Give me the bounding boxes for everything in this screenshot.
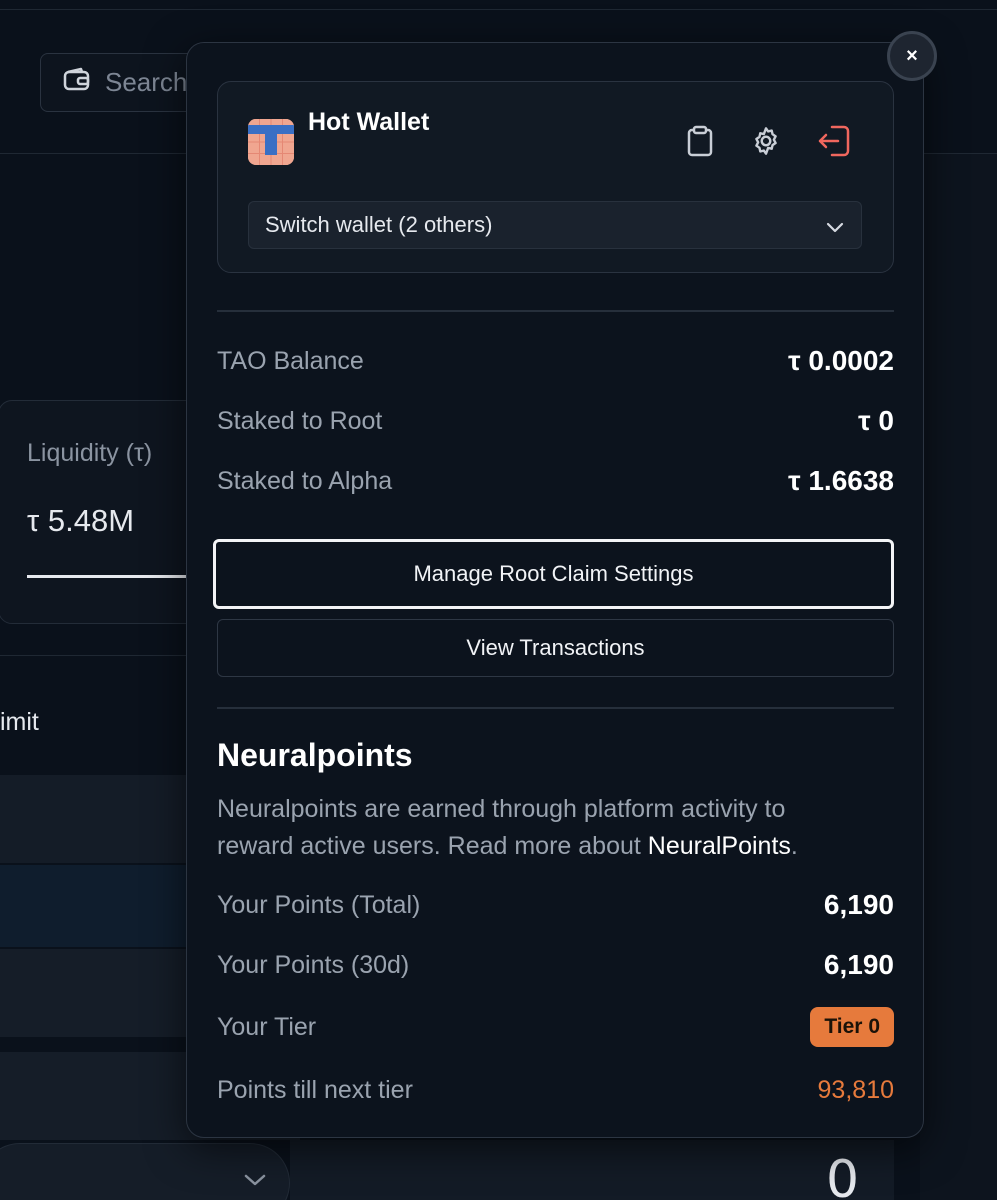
stat-label: Your Points (Total) — [217, 890, 421, 919]
description-end: . — [790, 832, 798, 860]
settings-button[interactable] — [748, 125, 784, 161]
divider — [217, 707, 894, 709]
close-button[interactable]: × — [887, 31, 937, 81]
stat-label: Points till next tier — [217, 1075, 413, 1104]
background-big-value: 0 — [826, 1150, 860, 1200]
divider — [217, 310, 894, 312]
view-transactions-button[interactable]: View Transactions — [217, 619, 894, 677]
stat-label: TAO Balance — [217, 346, 364, 375]
wallet-name: Hot Wallet — [308, 108, 430, 136]
wallet-icon — [63, 67, 91, 98]
stat-label: Staked to Root — [217, 406, 383, 435]
neuralpoints-link[interactable]: NeuralPoints — [648, 832, 791, 860]
background-right-panel — [920, 154, 997, 1200]
liquidity-bar — [27, 575, 197, 578]
tier-badge: Tier 0 — [810, 1007, 894, 1047]
gear-icon — [750, 125, 782, 162]
liquidity-label: Liquidity (τ) — [27, 439, 153, 467]
avatar — [248, 119, 294, 165]
stat-value: τ 1.6638 — [788, 465, 894, 496]
app-page: Search Liquidity (τ) τ 5.48M imit 0 × Ho… — [0, 0, 997, 1200]
points-total-row: Your Points (Total) 6,190 — [217, 885, 894, 925]
tao-balance-row: TAO Balance τ 0.0002 — [217, 341, 894, 381]
stat-label: Staked to Alpha — [217, 466, 393, 495]
next-tier-value: 93,810 — [817, 1075, 894, 1104]
stat-value: τ 0.0002 — [788, 345, 894, 376]
manage-root-claim-button[interactable]: Manage Root Claim Settings — [213, 539, 894, 609]
wallet-card: Hot Wallet Switch wallet (2 others) — [217, 81, 894, 273]
points-30d-row: Your Points (30d) 6,190 — [217, 945, 894, 985]
logout-icon — [816, 124, 852, 163]
staked-alpha-row: Staked to Alpha τ 1.6638 — [217, 461, 894, 501]
stat-value: τ 0 — [858, 405, 894, 436]
chevron-down-icon — [243, 1172, 267, 1193]
neuralpoints-description: Neuralpoints are earned through platform… — [217, 791, 867, 865]
close-icon: × — [906, 44, 918, 67]
clipboard-icon — [686, 125, 714, 162]
staked-root-row: Staked to Root τ 0 — [217, 401, 894, 441]
disconnect-button[interactable] — [816, 125, 852, 161]
switch-wallet-label: Switch wallet (2 others) — [265, 212, 493, 237]
stat-value: 6,190 — [823, 949, 894, 980]
stat-label: Your Points (30d) — [217, 950, 410, 979]
limit-label: imit — [0, 708, 39, 736]
tier-row: Your Tier Tier 0 — [217, 1007, 894, 1047]
neuralpoints-title: Neuralpoints — [217, 737, 413, 773]
top-border — [0, 0, 997, 10]
switch-wallet-select[interactable]: Switch wallet (2 others) — [248, 201, 862, 249]
background-bottom-strip — [290, 1140, 894, 1200]
chevron-down-icon — [825, 216, 845, 242]
wallet-popover: Hot Wallet Switch wallet (2 others) TAO … — [186, 42, 924, 1138]
background-search-text: Search — [105, 67, 188, 97]
background-select[interactable] — [0, 1143, 290, 1200]
next-tier-row: Points till next tier 93,810 — [217, 1070, 894, 1110]
copy-address-button[interactable] — [682, 125, 718, 161]
stat-value: 6,190 — [823, 889, 894, 920]
stat-label: Your Tier — [217, 1012, 317, 1041]
liquidity-value: τ 5.48M — [27, 503, 135, 538]
